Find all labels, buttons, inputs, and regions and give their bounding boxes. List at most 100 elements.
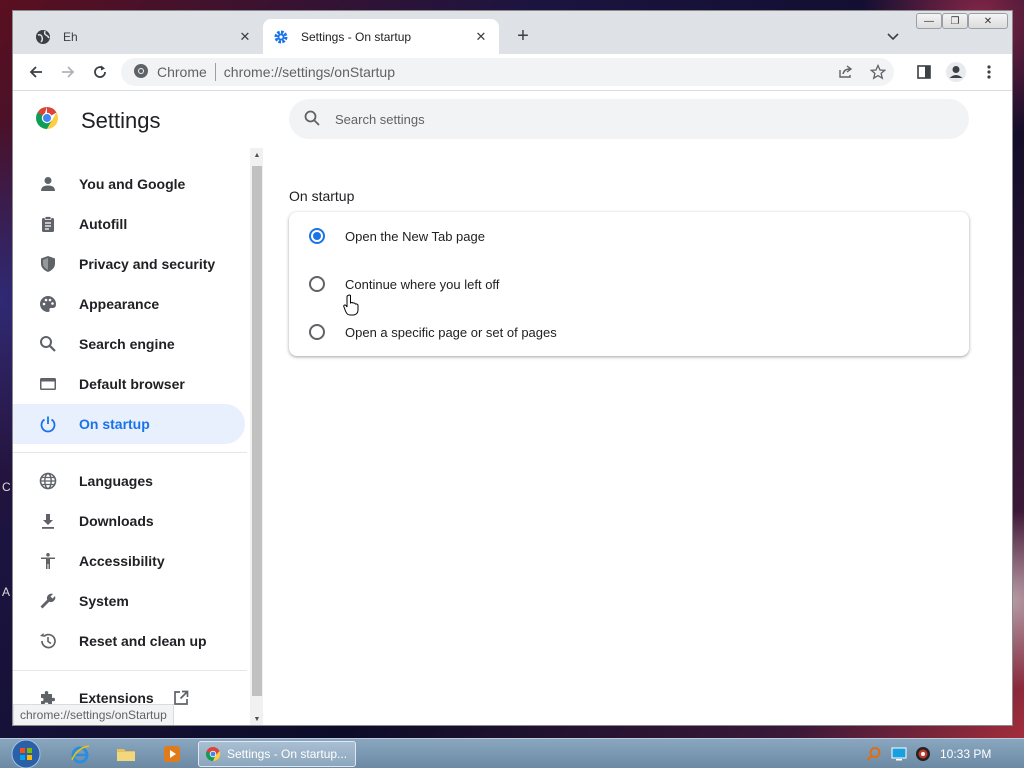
forward-arrow-icon[interactable] bbox=[56, 60, 80, 84]
display-tray-icon[interactable] bbox=[891, 746, 907, 762]
sidebar-scrollbar[interactable]: ▲ ▼ bbox=[250, 148, 263, 725]
tab-settings[interactable]: Settings - On startup ✕ bbox=[263, 19, 499, 54]
power-icon bbox=[38, 414, 58, 434]
settings-header: Settings bbox=[35, 106, 161, 135]
search-tray-icon[interactable] bbox=[866, 746, 882, 762]
close-window-icon[interactable]: ✕ bbox=[968, 13, 1008, 29]
system-clock[interactable]: 10:33 PM bbox=[940, 747, 991, 761]
option-label: Open the New Tab page bbox=[345, 228, 485, 244]
tab-title: Settings - On startup bbox=[301, 29, 412, 44]
sidebar-item-you-and-google[interactable]: You and Google bbox=[13, 164, 245, 204]
back-arrow-icon[interactable] bbox=[24, 60, 48, 84]
divider bbox=[214, 63, 216, 81]
download-icon bbox=[38, 511, 58, 531]
new-tab-icon[interactable]: + bbox=[511, 24, 535, 48]
search-input[interactable] bbox=[335, 111, 935, 127]
globe-icon bbox=[35, 29, 51, 45]
sidebar-item-on-startup[interactable]: On startup bbox=[13, 404, 245, 444]
search-settings-box[interactable] bbox=[289, 99, 969, 139]
desktop-fragment-text: C bbox=[2, 480, 11, 494]
more-menu-icon[interactable] bbox=[977, 60, 1001, 84]
sidebar-item-label: Search engine bbox=[79, 336, 175, 352]
sidebar-item-label: Privacy and security bbox=[79, 256, 216, 272]
site-chip[interactable]: Chrome bbox=[121, 63, 207, 82]
network-tray-icon[interactable] bbox=[915, 746, 931, 762]
url-text[interactable]: chrome://settings/onStartup bbox=[224, 64, 395, 80]
hand-cursor-icon bbox=[343, 294, 359, 316]
browser-icon bbox=[38, 374, 58, 394]
sidebar-divider bbox=[13, 670, 247, 671]
settings-sidebar: You and Google Autofill Privacy and secu… bbox=[13, 148, 249, 725]
sidebar-item-privacy-and-security[interactable]: Privacy and security bbox=[13, 244, 245, 284]
chrome-logo-icon bbox=[35, 106, 59, 135]
sidebar-item-label: On startup bbox=[79, 416, 150, 432]
settings-page: Settings You and Google Autofill bbox=[13, 92, 1012, 725]
startup-options-card: Open the New Tab page Continue where you… bbox=[289, 212, 969, 356]
option-continue-where-left-off[interactable]: Continue where you left off bbox=[289, 260, 969, 308]
close-tab-icon[interactable]: ✕ bbox=[237, 29, 253, 45]
search-icon bbox=[38, 334, 58, 354]
chip-label: Chrome bbox=[157, 64, 207, 80]
chrome-window: Eh ✕ Settings - On startup ✕ + — ❐ ✕ Chr… bbox=[12, 10, 1013, 726]
radio-button[interactable] bbox=[309, 276, 325, 292]
clipboard-icon bbox=[38, 214, 58, 234]
sidebar-item-search-engine[interactable]: Search engine bbox=[13, 324, 245, 364]
file-explorer-icon[interactable] bbox=[108, 742, 144, 766]
tab-eh[interactable]: Eh ✕ bbox=[25, 19, 263, 54]
sidebar-item-label: You and Google bbox=[79, 176, 186, 192]
scroll-up-arrow-icon[interactable]: ▲ bbox=[252, 150, 262, 160]
bookmark-star-icon[interactable] bbox=[862, 64, 894, 80]
sidebar-item-languages[interactable]: Languages bbox=[13, 461, 245, 501]
internet-explorer-icon[interactable] bbox=[62, 742, 98, 766]
sidebar-item-label: Appearance bbox=[79, 296, 160, 312]
close-tab-icon[interactable]: ✕ bbox=[473, 29, 489, 45]
sidebar-item-autofill[interactable]: Autofill bbox=[13, 204, 245, 244]
page-title: Settings bbox=[81, 107, 161, 133]
browser-toolbar: Chrome chrome://settings/onStartup bbox=[13, 54, 1012, 91]
restore-icon[interactable]: ❐ bbox=[942, 13, 968, 29]
sidebar-item-default-browser[interactable]: Default browser bbox=[13, 364, 245, 404]
sidebar-item-label: Accessibility bbox=[79, 553, 165, 569]
share-icon[interactable] bbox=[830, 64, 862, 80]
side-panel-icon[interactable] bbox=[912, 60, 936, 84]
sidebar-item-reset-and-clean-up[interactable]: Reset and clean up bbox=[13, 621, 245, 661]
sidebar-item-accessibility[interactable]: Accessibility bbox=[13, 541, 245, 581]
history-icon bbox=[38, 631, 58, 651]
profile-avatar-icon[interactable] bbox=[944, 60, 968, 84]
sidebar-item-label: Downloads bbox=[79, 513, 154, 529]
globe-icon bbox=[38, 471, 58, 491]
omnibox-actions bbox=[830, 58, 894, 86]
sidebar-item-label: Reset and clean up bbox=[79, 633, 207, 649]
chrome-logo-icon bbox=[205, 746, 221, 762]
settings-gear-icon bbox=[273, 29, 289, 45]
sidebar-divider bbox=[13, 452, 247, 453]
link-status-bubble: chrome://settings/onStartup bbox=[13, 704, 174, 725]
minimize-icon[interactable]: — bbox=[916, 13, 942, 29]
sidebar-item-system[interactable]: System bbox=[13, 581, 245, 621]
address-bar[interactable]: Chrome chrome://settings/onStartup bbox=[121, 58, 894, 86]
tab-strip: Eh ✕ Settings - On startup ✕ + — ❐ ✕ bbox=[13, 11, 1012, 54]
option-open-specific-pages[interactable]: Open a specific page or set of pages bbox=[289, 308, 969, 356]
scrollbar-thumb[interactable] bbox=[252, 166, 262, 696]
sidebar-item-appearance[interactable]: Appearance bbox=[13, 284, 245, 324]
taskbar-task-title: Settings - On startup... bbox=[227, 747, 348, 761]
start-button[interactable] bbox=[6, 739, 46, 768]
radio-button-checked[interactable] bbox=[309, 228, 325, 244]
option-label: Continue where you left off bbox=[345, 276, 500, 292]
reload-icon[interactable] bbox=[88, 60, 112, 84]
windows-taskbar: Settings - On startup... 10:33 PM bbox=[0, 738, 1024, 768]
external-link-icon bbox=[172, 689, 190, 707]
sidebar-item-label: Languages bbox=[79, 473, 153, 489]
taskbar-chrome-button[interactable]: Settings - On startup... bbox=[198, 741, 356, 767]
media-player-icon[interactable] bbox=[154, 742, 190, 766]
scroll-down-arrow-icon[interactable]: ▼ bbox=[252, 714, 262, 724]
search-icon bbox=[303, 109, 321, 130]
chrome-logo-icon bbox=[133, 63, 149, 82]
radio-button[interactable] bbox=[309, 324, 325, 340]
sidebar-item-label: Default browser bbox=[79, 376, 185, 392]
chevron-down-icon[interactable] bbox=[885, 28, 901, 44]
option-open-new-tab[interactable]: Open the New Tab page bbox=[289, 212, 969, 260]
sidebar-item-downloads[interactable]: Downloads bbox=[13, 501, 245, 541]
option-label: Open a specific page or set of pages bbox=[345, 324, 557, 340]
person-icon bbox=[38, 174, 58, 194]
